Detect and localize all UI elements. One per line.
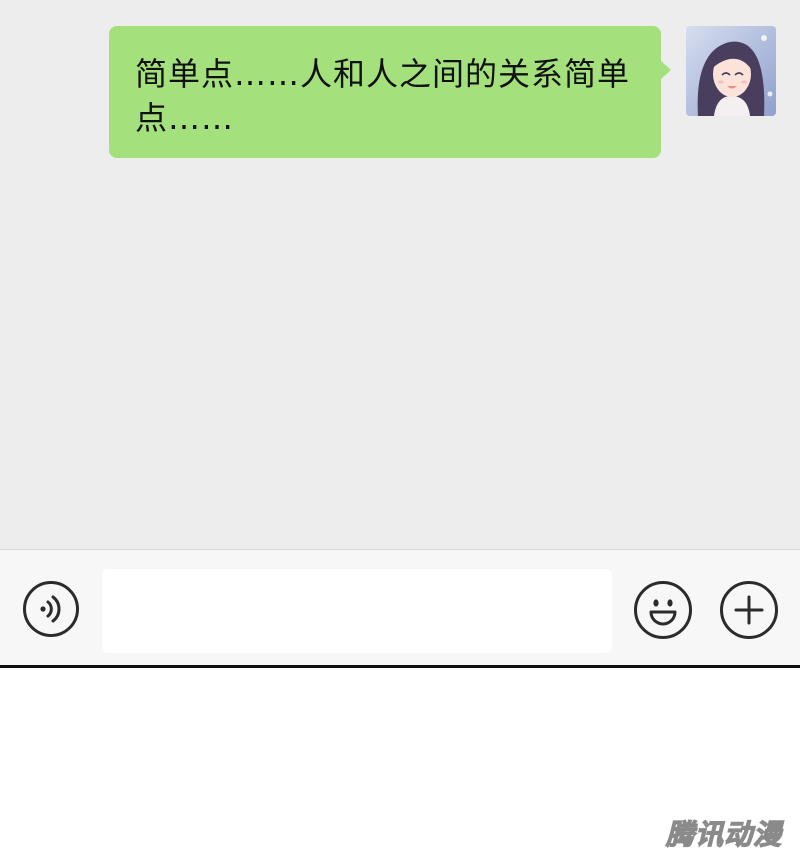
message-input[interactable] [102, 569, 612, 653]
chat-screen: 简单点……人和人之间的关系简单点…… [0, 0, 800, 668]
smiley-face-icon [649, 599, 677, 626]
watermark-logo: 腾讯动漫 [665, 817, 782, 851]
more-options-button[interactable] [720, 581, 778, 639]
voice-icon [40, 595, 61, 623]
chat-input-bar [0, 549, 800, 665]
avatar[interactable] [686, 26, 776, 116]
message-list: 简单点……人和人之间的关系简单点…… [0, 0, 800, 549]
avatar-image [686, 26, 776, 116]
voice-button[interactable] [23, 581, 79, 637]
outgoing-message-bubble[interactable]: 简单点……人和人之间的关系简单点…… [109, 26, 671, 158]
plus-icon [734, 595, 764, 625]
message-text: 简单点……人和人之间的关系简单点…… [135, 55, 631, 137]
emoji-button[interactable] [634, 581, 692, 639]
